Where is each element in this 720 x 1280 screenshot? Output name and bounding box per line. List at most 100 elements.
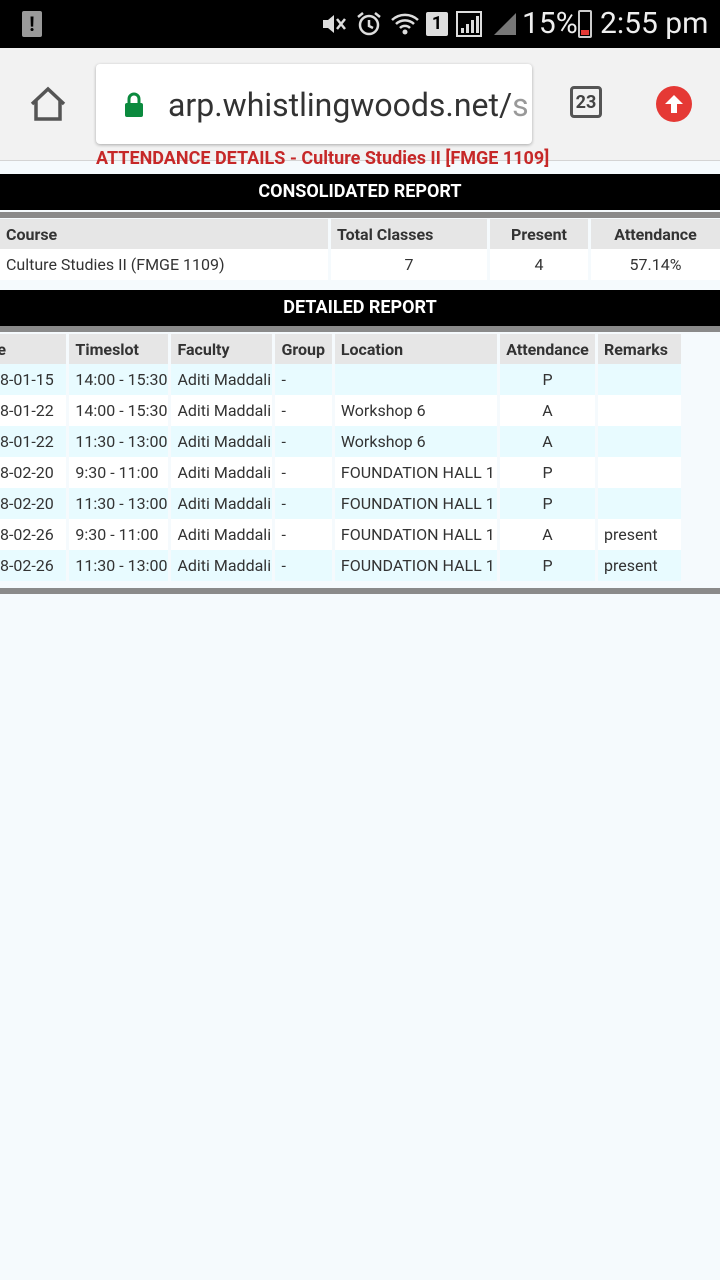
attendance-cell: A [500, 395, 596, 426]
remarks-cell [598, 488, 681, 519]
group-cell: - [275, 426, 332, 457]
signal-empty-icon [490, 9, 520, 39]
remarks-cell [598, 457, 681, 488]
faculty-cell: Aditi Maddali [171, 550, 273, 581]
table-header-row: Date Timeslot Faculty Group Location Att… [0, 334, 681, 364]
remarks-cell: present [598, 519, 681, 550]
date-cell: 2018-01-15 [0, 364, 67, 395]
attendance-cell: A [500, 519, 596, 550]
signal-icon [454, 9, 484, 39]
table-header-row: Course Total Classes Present Attendance [0, 219, 720, 249]
date-cell: 2018-02-20 [0, 488, 67, 519]
column-header: Group [275, 334, 332, 364]
timeslot-cell: 9:30 - 11:00 [69, 519, 169, 550]
home-icon[interactable] [26, 82, 70, 126]
group-cell: - [275, 550, 332, 581]
sim-icon: 1 [426, 12, 448, 36]
attendance-cell: A [500, 426, 596, 457]
group-cell: - [275, 488, 332, 519]
attendance-cell: P [500, 457, 596, 488]
timeslot-cell: 11:30 - 13:00 [69, 426, 169, 457]
location-cell: FOUNDATION HALL 1 [334, 550, 497, 581]
url-rest: s [512, 86, 529, 124]
location-cell: FOUNDATION HALL 1 [334, 488, 497, 519]
faculty-cell: Aditi Maddali [171, 426, 273, 457]
battery-percent: 15% [522, 6, 578, 41]
detailed-report-title: DETAILED REPORT [0, 290, 720, 326]
date-cell: 2018-02-26 [0, 550, 67, 581]
table-row: 2018-02-26 9:30 - 11:00 Aditi Maddali - … [0, 519, 681, 550]
date-cell: 2018-01-22 [0, 395, 67, 426]
remarks-cell [598, 364, 681, 395]
divider [0, 212, 720, 218]
url-text[interactable]: arp.whistlingwoods.net/s [168, 86, 529, 124]
divider [0, 588, 720, 594]
divider [0, 326, 720, 332]
column-header: Location [334, 334, 497, 364]
browser-toolbar: arp.whistlingwoods.net/s 23 [0, 48, 720, 161]
date-cell: 2018-02-26 [0, 519, 67, 550]
table-row: Culture Studies II (FMGE 1109) 7 4 57.14… [0, 249, 720, 280]
location-cell [334, 364, 497, 395]
group-cell: - [275, 519, 332, 550]
timeslot-cell: 9:30 - 11:00 [69, 457, 169, 488]
column-header: Present [490, 219, 588, 249]
status-bar: 1 15% 2:55 pm [0, 0, 720, 48]
remarks-cell [598, 395, 681, 426]
location-cell: FOUNDATION HALL 1 [334, 519, 497, 550]
location-cell: Workshop 6 [334, 426, 497, 457]
group-cell: - [275, 364, 332, 395]
date-cell: 2018-02-20 [0, 457, 67, 488]
date-cell: 2018-01-22 [0, 426, 67, 457]
location-cell: FOUNDATION HALL 1 [334, 457, 497, 488]
column-header: Remarks [598, 334, 681, 364]
location-cell: Workshop 6 [334, 395, 497, 426]
column-header: Attendance [500, 334, 596, 364]
url-visible: arp.whistlingwoods.net/ [168, 86, 513, 124]
battery-alert-icon [22, 11, 42, 37]
timeslot-cell: 14:00 - 15:30 [69, 364, 169, 395]
table-row: 2018-02-20 9:30 - 11:00 Aditi Maddali - … [0, 457, 681, 488]
status-icons: 1 [318, 8, 520, 40]
table-row: 2018-01-22 14:00 - 15:30 Aditi Maddali -… [0, 395, 681, 426]
timeslot-cell: 11:30 - 13:00 [69, 550, 169, 581]
column-header: Timeslot [69, 334, 169, 364]
alarm-icon [354, 9, 384, 39]
page-title: ATTENDANCE DETAILS - Culture Studies II … [96, 148, 550, 169]
remarks-cell [598, 426, 681, 457]
table-row: 2018-01-15 14:00 - 15:30 Aditi Maddali -… [0, 364, 681, 395]
column-header: Course [0, 219, 328, 249]
timeslot-cell: 11:30 - 13:00 [69, 488, 169, 519]
clock: 2:55 pm [600, 6, 709, 41]
group-cell: - [275, 395, 332, 426]
table-row: 2018-02-20 11:30 - 13:00 Aditi Maddali -… [0, 488, 681, 519]
table-row: 2018-01-22 11:30 - 13:00 Aditi Maddali -… [0, 426, 681, 457]
column-header: Total Classes [331, 219, 487, 249]
attendance-cell: P [500, 488, 596, 519]
lock-icon [124, 92, 144, 118]
attendance-percent: 57.14% [591, 249, 720, 280]
table-row: 2018-02-26 11:30 - 13:00 Aditi Maddali -… [0, 550, 681, 581]
tab-switcher-button[interactable]: 23 [570, 86, 602, 118]
column-header: Attendance [591, 219, 720, 249]
detailed-table: Date Timeslot Faculty Group Location Att… [0, 334, 684, 581]
battery-icon [578, 10, 592, 38]
faculty-cell: Aditi Maddali [171, 457, 273, 488]
remarks-cell: present [598, 550, 681, 581]
group-cell: - [275, 457, 332, 488]
present-count: 4 [490, 249, 588, 280]
update-icon[interactable] [656, 86, 692, 122]
timeslot-cell: 14:00 - 15:30 [69, 395, 169, 426]
attendance-cell: P [500, 550, 596, 581]
course-name: Culture Studies II (FMGE 1109) [0, 249, 328, 280]
faculty-cell: Aditi Maddali [171, 488, 273, 519]
column-header: Date [0, 334, 67, 364]
faculty-cell: Aditi Maddali [171, 519, 273, 550]
attendance-cell: P [500, 364, 596, 395]
column-header: Faculty [171, 334, 273, 364]
faculty-cell: Aditi Maddali [171, 395, 273, 426]
consolidated-report-title: CONSOLIDATED REPORT [0, 174, 720, 210]
address-bar[interactable]: arp.whistlingwoods.net/s [96, 64, 532, 144]
consolidated-table: Course Total Classes Present Attendance … [0, 219, 720, 280]
faculty-cell: Aditi Maddali [171, 364, 273, 395]
